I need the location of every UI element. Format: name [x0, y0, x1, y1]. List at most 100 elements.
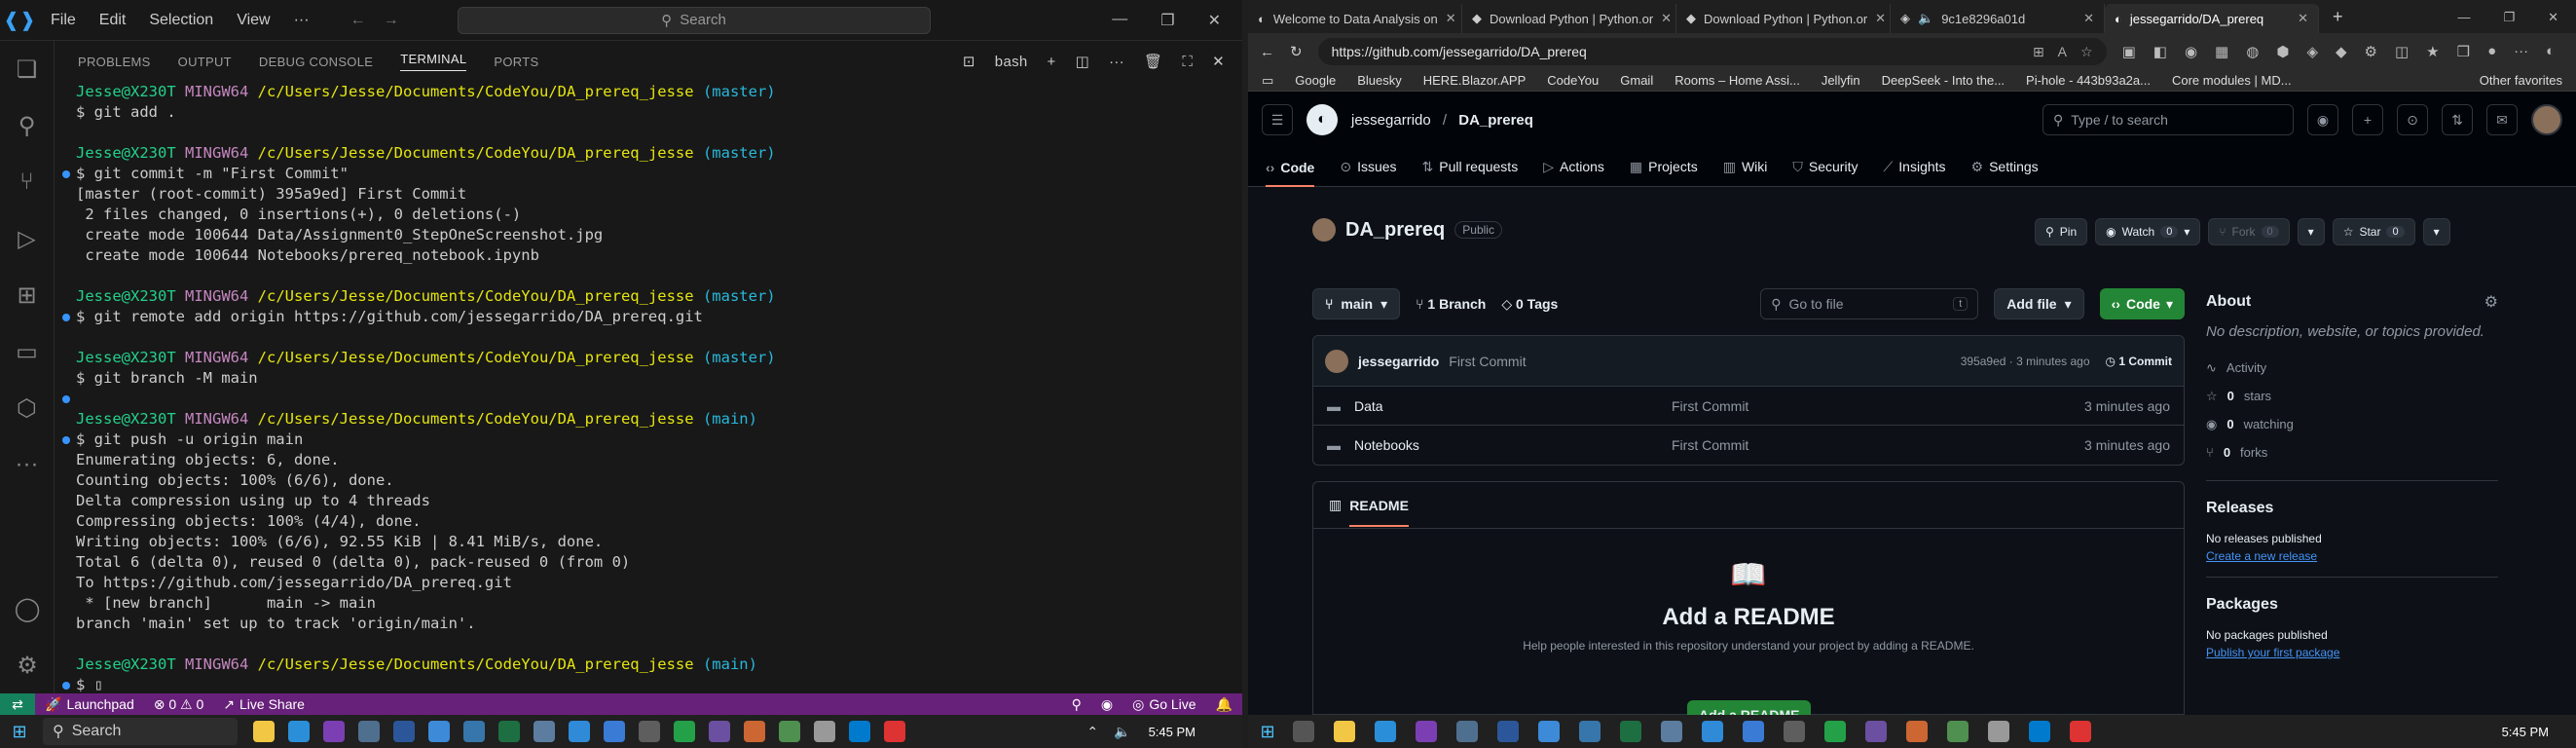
branch-selector[interactable]: ⑂ main ▾ — [1312, 288, 1401, 319]
more-actions-icon[interactable]: ··· — [1109, 54, 1124, 70]
pin-button[interactable]: ⚲ Pin — [2035, 218, 2088, 245]
visual-studio-icon[interactable] — [1865, 721, 1887, 742]
split-terminal-icon[interactable]: ◫ — [1076, 53, 1089, 70]
excel-icon[interactable] — [498, 721, 520, 742]
app-icon[interactable] — [884, 721, 905, 742]
extension-icon[interactable]: ⚙ — [2365, 43, 2377, 60]
edge-icon[interactable] — [1375, 721, 1396, 742]
tab-code[interactable]: ‹› Code — [1266, 160, 1315, 187]
gear-icon[interactable]: ⚙ — [2484, 292, 2498, 312]
commit-author[interactable]: jessegarrido — [1358, 354, 1439, 369]
profile-avatar[interactable]: ● — [2487, 43, 2496, 60]
zoom-icon[interactable]: ⚲ — [1062, 696, 1091, 713]
app-icon[interactable] — [1988, 721, 2009, 742]
new-terminal-icon[interactable]: + — [1048, 54, 1056, 70]
menu-file[interactable]: File — [39, 12, 88, 29]
kill-terminal-icon[interactable]: 🗑 — [1144, 53, 1162, 70]
branches-link[interactable]: ⑂ 1 Branch — [1416, 296, 1486, 312]
account-icon[interactable]: ◯ — [0, 580, 55, 637]
other-favorites[interactable]: Other favorites — [2480, 73, 2562, 88]
launchpad-item[interactable]: 🚀 Launchpad — [35, 696, 144, 713]
app-icon[interactable] — [534, 721, 555, 742]
app-icon[interactable] — [1661, 721, 1682, 742]
file-name[interactable]: Notebooks — [1354, 437, 1672, 453]
vscode-icon[interactable] — [2029, 721, 2050, 742]
code-button[interactable]: ‹› Code ▾ — [2099, 288, 2185, 319]
collections-icon[interactable]: ❒ — [2457, 43, 2470, 60]
settings-gear-icon[interactable]: ⚙ — [0, 637, 55, 693]
app-icon[interactable] — [428, 721, 450, 742]
menu-view[interactable]: View — [225, 12, 281, 29]
taskbar-clock[interactable]: 5:45 PM — [1149, 725, 1242, 739]
restore-icon[interactable]: ❐ — [1160, 11, 1174, 30]
remote-indicator-icon[interactable]: ⇄ — [0, 693, 35, 715]
browser-tab[interactable]: ◆ Download Python | Python.or ✕ — [1462, 4, 1676, 33]
close-icon[interactable]: ✕ — [1208, 11, 1221, 30]
app-icon[interactable] — [814, 721, 835, 742]
fork-dropdown[interactable]: ▾ — [2297, 218, 2325, 245]
extension-icon[interactable]: ◧ — [2153, 43, 2167, 60]
tab-terminal[interactable]: TERMINAL — [400, 52, 467, 71]
app-icon[interactable] — [604, 721, 625, 742]
back-arrow-icon[interactable]: ← — [1260, 44, 1274, 60]
onenote-icon[interactable] — [1416, 721, 1437, 742]
restore-icon[interactable]: ❐ — [2503, 10, 2515, 25]
volume-icon[interactable]: 🔈 — [1114, 724, 1130, 740]
close-icon[interactable]: ✕ — [2548, 10, 2558, 25]
favorite-link[interactable]: Jellyfin — [1822, 73, 1860, 88]
owner-link[interactable]: jessegarrido — [1351, 112, 1431, 129]
app-icon[interactable] — [1947, 721, 1969, 742]
maximize-panel-icon[interactable]: ⛶ — [1182, 54, 1193, 70]
command-decoration-icon[interactable] — [62, 314, 70, 321]
add-file-button[interactable]: Add file ▾ — [1994, 288, 2084, 319]
favorites-icon[interactable]: ★ — [2426, 43, 2439, 60]
star-dropdown[interactable]: ▾ — [2422, 218, 2450, 245]
packages-heading[interactable]: Packages — [2206, 591, 2498, 618]
favorite-star-icon[interactable]: ☆ — [2080, 44, 2093, 60]
go-live-item[interactable]: ◎ Go Live — [1122, 696, 1205, 713]
star-button[interactable]: ☆ Star 0 — [2332, 218, 2415, 245]
file-row[interactable]: ▬ Data First Commit 3 minutes ago — [1313, 387, 2184, 426]
new-tab-icon[interactable]: + — [2319, 7, 2357, 33]
app-icon[interactable] — [1538, 721, 1560, 742]
notifications-bell-icon[interactable]: 🔔 — [1206, 696, 1242, 713]
commit-count[interactable]: ◷ 1 Commit — [2106, 355, 2173, 368]
favorite-link[interactable]: Google — [1295, 73, 1336, 88]
extension-icon[interactable]: ◆ — [2336, 43, 2347, 60]
releases-heading[interactable]: Releases — [2206, 495, 2498, 522]
visual-studio-icon[interactable] — [709, 721, 730, 742]
app-icon[interactable] — [639, 721, 660, 742]
shell-label[interactable]: bash — [995, 54, 1028, 70]
search-icon[interactable] — [1293, 721, 1314, 742]
watching-link[interactable]: ◉ 0 watching — [2206, 410, 2498, 438]
close-panel-icon[interactable]: ✕ — [1212, 53, 1225, 70]
tab-actions[interactable]: ▷ Actions — [1543, 159, 1604, 175]
forward-arrow-icon[interactable]: → — [384, 12, 399, 29]
close-tab-icon[interactable]: ✕ — [1875, 11, 1886, 26]
forks-link[interactable]: ⑂ 0 forks — [2206, 438, 2498, 467]
close-tab-icon[interactable]: ✕ — [1446, 11, 1456, 26]
onenote-icon[interactable] — [323, 721, 345, 742]
copilot-icon[interactable]: ◉ — [2307, 104, 2338, 135]
tab-settings[interactable]: ⚙ Settings — [1971, 159, 2039, 175]
app-icon[interactable] — [1784, 721, 1805, 742]
app-icon[interactable] — [2070, 721, 2091, 742]
more-icon[interactable]: ··· — [0, 436, 54, 493]
menu-more[interactable]: ··· — [282, 12, 321, 29]
github-logo-icon[interactable]: ◐ — [1306, 104, 1338, 135]
file-name[interactable]: Data — [1354, 398, 1672, 414]
create-new-icon[interactable]: + — [2352, 104, 2383, 135]
command-decoration-icon[interactable] — [62, 682, 70, 690]
remote-explorer-icon[interactable]: ▭ — [0, 323, 54, 380]
browser-tab[interactable]: ◆ Download Python | Python.or ✕ — [1676, 4, 1891, 33]
more-menu-icon[interactable]: ··· — [2514, 43, 2528, 60]
tab-pull-requests[interactable]: ⇅ Pull requests — [1422, 159, 1519, 175]
app-icon[interactable] — [1824, 721, 1846, 742]
browser-tab[interactable]: ◐ Welcome to Data Analysis on ✕ — [1248, 4, 1462, 33]
word-icon[interactable] — [1497, 721, 1519, 742]
menu-edit[interactable]: Edit — [88, 12, 138, 29]
user-avatar[interactable] — [2531, 104, 2562, 135]
app-icon[interactable] — [744, 721, 765, 742]
commit-message[interactable]: First Commit — [1449, 354, 1526, 369]
command-center-search[interactable]: ⚲ Search — [457, 6, 931, 34]
